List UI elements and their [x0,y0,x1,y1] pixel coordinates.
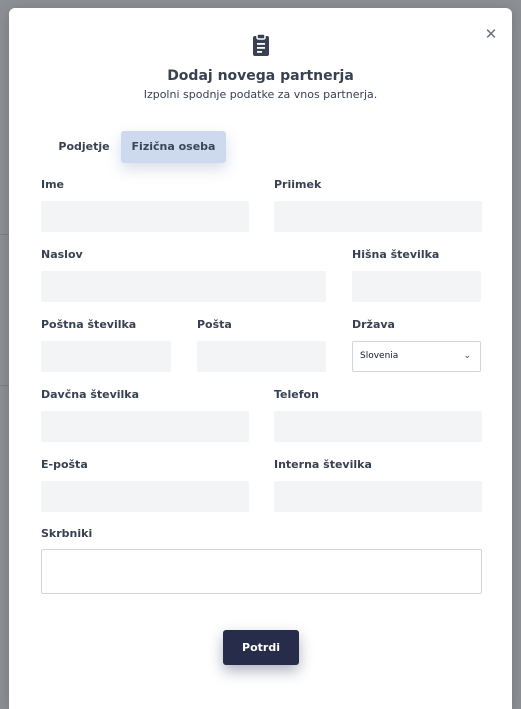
backdrop-divider [0,385,9,386]
country-label: Država [352,318,395,331]
postal-code-input[interactable] [41,341,171,372]
address-label: Naslov [41,248,83,261]
phone-label: Telefon [274,388,319,401]
first-name-input[interactable] [41,201,249,232]
modal-title: Dodaj novega partnerja [167,68,354,84]
last-name-label: Priimek [274,178,322,191]
submit-button[interactable]: Potrdi [223,630,299,665]
tax-number-input[interactable] [41,411,249,442]
guardians-input[interactable] [41,549,482,594]
chevron-down-icon: ⌄ [463,351,471,361]
phone-input[interactable] [274,411,482,442]
close-icon[interactable]: ✕ [483,26,499,42]
modal-subtitle: Izpolni spodnje podatke za vnos partnerj… [143,88,378,101]
tab-company[interactable]: Podjetje [46,131,122,163]
internal-number-input[interactable] [274,481,482,512]
tax-number-label: Davčna številka [41,388,140,401]
last-name-input[interactable] [274,201,482,232]
country-select-value: Slovenia [360,351,399,361]
clipboard-icon [253,33,269,56]
address-input[interactable] [41,271,326,302]
backdrop-divider [0,234,9,235]
postal-code-label: Poštna številka [41,318,137,331]
add-partner-modal: ✕ Dodaj novega partnerja Izpolni spodnje… [9,8,512,709]
post-input[interactable] [197,341,326,372]
country-select[interactable]: Slovenia ⌄ [352,341,481,372]
guardians-label: Skrbniki [41,527,93,540]
email-label: E-pošta [41,458,88,471]
post-label: Pošta [197,318,232,331]
internal-number-label: Interna številka [274,458,372,471]
first-name-label: Ime [41,178,65,191]
email-input[interactable] [41,481,249,512]
house-number-input[interactable] [352,271,481,302]
house-number-label: Hišna številka [352,248,440,261]
tab-natural-person[interactable]: Fizična oseba [121,131,226,163]
